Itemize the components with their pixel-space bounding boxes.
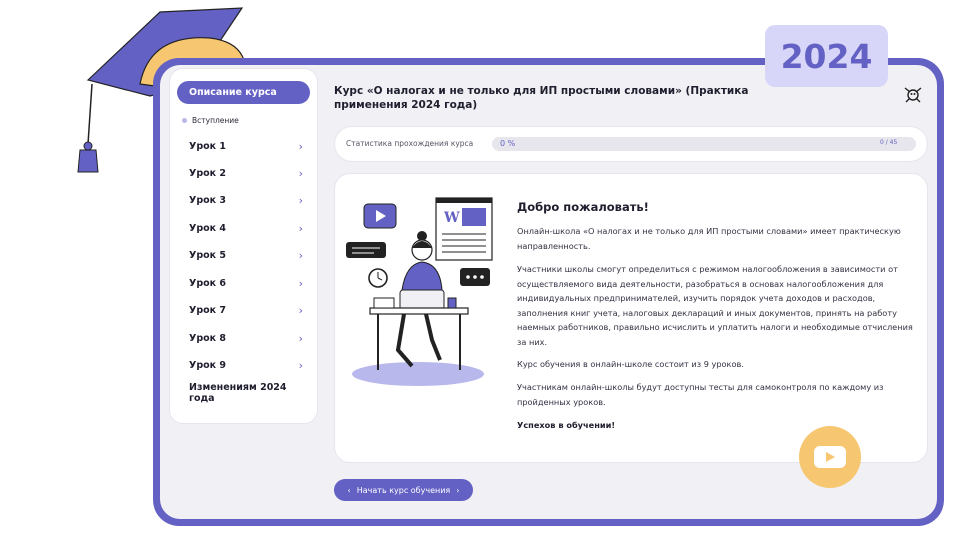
sidebar-item-lesson-2[interactable]: Урок 2 › — [189, 166, 303, 180]
play-icon — [814, 446, 846, 468]
sidebar-item-course-description[interactable]: Описание курса — [177, 81, 310, 104]
sidebar-item-intro[interactable]: Вступление — [182, 116, 239, 125]
sidebar-item-label: Урок 2 — [189, 167, 227, 179]
closing-paragraph: Успехов в обучении! — [517, 420, 616, 430]
progress-count: 0 / 45 — [880, 139, 898, 146]
chevron-right-icon: › — [298, 193, 303, 207]
sidebar-item-label: Урок 4 — [189, 222, 227, 234]
sidebar-item-changes-2024[interactable]: Изменениям 2024 года — [189, 382, 309, 404]
progress-bar — [492, 137, 916, 151]
year-badge: 2024 — [765, 25, 888, 87]
sidebar-item-lesson-1[interactable]: Урок 1 › — [189, 139, 303, 153]
chevron-right-icon: › — [298, 331, 303, 345]
chevron-right-icon: › — [298, 248, 303, 262]
chevron-right-icon: › — [298, 139, 303, 153]
sidebar-item-lesson-9[interactable]: Урок 9 › — [189, 358, 303, 372]
sidebar-item-label: Изменениям 2024 года — [189, 382, 287, 404]
chevron-right-icon: › — [298, 276, 303, 290]
sidebar-item-label: Урок 1 — [189, 140, 227, 152]
chevron-right-icon: › — [298, 166, 303, 180]
chevron-right-icon: › — [456, 485, 460, 495]
chevron-right-icon: › — [298, 221, 303, 235]
student-illustration: W — [346, 197, 493, 386]
bullet-icon — [182, 118, 187, 123]
intro-paragraph: Онлайн-школа «О налогах и не только для … — [517, 226, 901, 251]
mascot-icon[interactable] — [902, 84, 924, 106]
chevron-right-icon: › — [298, 358, 303, 372]
sidebar-item-lesson-5[interactable]: Урок 5 › — [189, 248, 303, 262]
sidebar-item-lesson-3[interactable]: Урок 3 › — [189, 193, 303, 207]
sidebar-item-lesson-4[interactable]: Урок 4 › — [189, 221, 303, 235]
start-course-button[interactable]: ‹ Начать курс обучения › — [334, 479, 473, 501]
sidebar-item-label: Урок 6 — [189, 277, 227, 289]
welcome-heading: Добро пожаловать! — [517, 200, 649, 214]
tests-paragraph: Участникам онлайн-школы будут доступны т… — [517, 382, 884, 407]
chevron-left-icon: ‹ — [347, 485, 351, 495]
progress-label: Статистика прохождения курса — [346, 139, 474, 148]
details-paragraph: Участники школы смогут определиться с ре… — [517, 264, 913, 347]
progress-percent: 0 % — [500, 139, 516, 148]
sidebar-item-lesson-6[interactable]: Урок 6 › — [189, 276, 303, 290]
sidebar-item-label: Урок 5 — [189, 249, 227, 261]
lessons-paragraph: Курс обучения в онлайн-школе состоит из … — [517, 359, 744, 369]
sidebar-item-lesson-7[interactable]: Урок 7 › — [189, 303, 303, 317]
start-course-label: Начать курс обучения — [356, 485, 451, 495]
page-title: Курс «О налогах и не только для ИП прост… — [334, 85, 749, 111]
sidebar-item-label: Урок 8 — [189, 332, 227, 344]
sidebar-item-label: Урок 9 — [189, 359, 227, 371]
sidebar-item-lesson-8[interactable]: Урок 8 › — [189, 331, 303, 345]
sidebar-item-label: Урок 3 — [189, 194, 227, 206]
sidebar-item-label: Урок 7 — [189, 304, 227, 316]
video-button[interactable] — [799, 426, 861, 488]
sidebar-item-label: Вступление — [192, 116, 239, 125]
chevron-right-icon: › — [298, 303, 303, 317]
svg-text:W: W — [443, 210, 460, 226]
